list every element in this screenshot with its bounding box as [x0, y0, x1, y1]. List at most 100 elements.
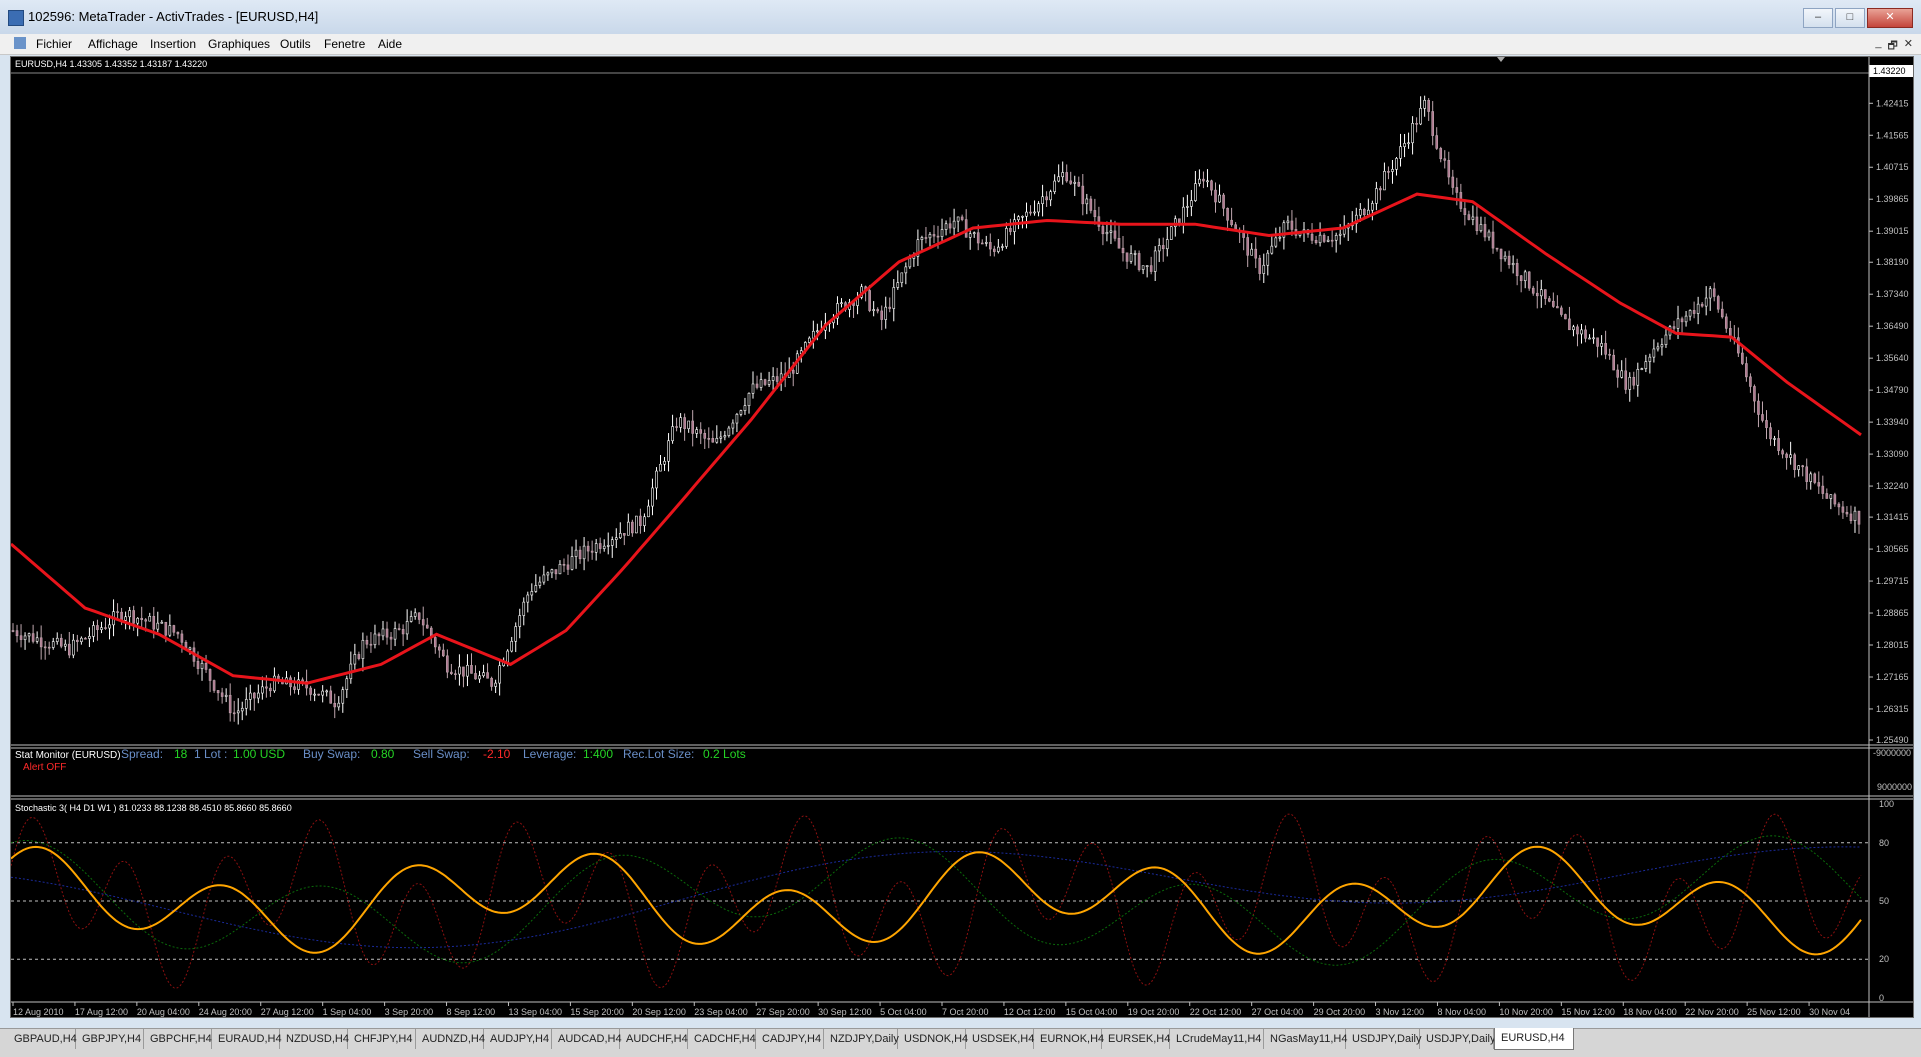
candle-body [1596, 337, 1599, 347]
candle-body [76, 639, 79, 642]
time-label: 5 Oct 04:00 [880, 1007, 927, 1017]
candle-body [490, 677, 493, 687]
candle-body [35, 637, 39, 642]
candle-body [1656, 346, 1660, 350]
maximize-button[interactable]: □ [1835, 8, 1865, 28]
candle-body [1423, 100, 1426, 109]
candle-body [1845, 512, 1849, 515]
chart-tab[interactable]: EURSEK,H4 [1102, 1029, 1170, 1049]
candle-body [1544, 289, 1547, 299]
price-label: 1.31415 [1876, 512, 1909, 522]
candle-body [904, 266, 908, 274]
price-label: 1.26315 [1876, 704, 1909, 714]
candle-body [1680, 318, 1684, 323]
menu-fichier[interactable]: Fichier [36, 37, 72, 51]
chart-tab[interactable]: EURUSD,H4 [1494, 1028, 1574, 1050]
buy-swap-label: Buy Swap: [303, 747, 360, 761]
minimize-button[interactable]: – [1803, 8, 1833, 28]
candle-body [84, 637, 87, 640]
spread-value: 18 [174, 747, 188, 761]
candle-body [220, 692, 224, 697]
chart-window[interactable]: EURUSD,H4 1.43305 1.43352 1.43187 1.4322… [10, 56, 1914, 1018]
chart-tab[interactable]: EURAUD,H4 [212, 1029, 282, 1049]
menu-insertion[interactable]: Insertion [150, 37, 196, 51]
mdi-restore-button[interactable]: 🗗 [1887, 37, 1897, 56]
candle-body [27, 633, 31, 637]
price-label: 1.25490 [1876, 735, 1909, 745]
candle-body [55, 637, 59, 642]
candle-body [1029, 211, 1032, 214]
chart-tab[interactable]: GBPAUD,H4 [8, 1029, 77, 1049]
candle-body [566, 564, 570, 570]
candle-body [659, 463, 662, 472]
chart-tab[interactable]: NZDJPY,Daily [824, 1029, 899, 1049]
candle-body [1741, 352, 1744, 364]
chart-canvas[interactable]: EURUSD,H4 1.43305 1.43352 1.43187 1.4322… [11, 57, 1913, 1017]
candle-body [1817, 482, 1821, 487]
candle-body [1274, 237, 1278, 247]
chart-tab[interactable]: AUDCHF,H4 [620, 1029, 688, 1049]
chart-tab[interactable]: AUDCAD,H4 [552, 1029, 622, 1049]
candle-body [602, 545, 606, 549]
time-label: 3 Sep 20:00 [385, 1007, 434, 1017]
candle-body [1371, 203, 1374, 211]
candle-body [236, 710, 240, 714]
candle-body [168, 625, 172, 636]
candle-body [1025, 211, 1028, 217]
chart-tab[interactable]: NZDUSD,H4 [280, 1029, 349, 1049]
candle-body [791, 369, 795, 374]
chart-tab[interactable]: CADJPY,H4 [756, 1029, 824, 1049]
chart-tab[interactable]: USDNOK,H4 [898, 1029, 968, 1049]
menu-graphiques[interactable]: Graphiques [208, 37, 270, 51]
candle-body [1556, 306, 1559, 309]
candle-body [984, 242, 988, 244]
mdi-close-button[interactable]: ✕ [1904, 37, 1913, 56]
menu-fenetre[interactable]: Fenetre [324, 37, 365, 51]
candle-body [1266, 252, 1270, 266]
price-label: 1.28015 [1876, 640, 1909, 650]
chart-tab[interactable]: CADCHF,H4 [688, 1029, 756, 1049]
chart-tab[interactable]: EURNOK,H4 [1034, 1029, 1104, 1049]
alert-status: Alert OFF [23, 762, 66, 773]
close-button[interactable]: ✕ [1867, 8, 1913, 28]
candle-body [140, 617, 143, 620]
chart-tab[interactable]: GBPJPY,H4 [76, 1029, 144, 1049]
stat-monitor-title: Stat Monitor (EURUSD) [15, 750, 121, 761]
candle-body [1781, 450, 1784, 455]
mdi-minimize-button[interactable]: _ [1875, 37, 1881, 56]
chart-tab[interactable]: GBPCHF,H4 [144, 1029, 212, 1049]
sell-swap-value: -2.10 [483, 747, 511, 761]
chart-tab[interactable]: LCrudeMay11,H4 [1170, 1029, 1264, 1049]
candle-body [944, 223, 948, 230]
stoch-level-label: 20 [1879, 954, 1889, 964]
time-label: 30 Nov 04 [1809, 1007, 1850, 1017]
stoch-w1-line [11, 846, 1862, 949]
menu-affichage[interactable]: Affichage [88, 37, 138, 51]
candle-body [317, 693, 320, 696]
candle-body [1612, 354, 1615, 371]
candle-body [1761, 414, 1764, 421]
chart-tab[interactable]: USDJPY,Daily [1420, 1029, 1496, 1049]
candle-body [558, 564, 562, 575]
candle-body [727, 427, 731, 436]
candle-body [1495, 247, 1499, 250]
candle-body [590, 550, 594, 553]
candle-body [353, 654, 357, 665]
chart-tab[interactable]: CHFJPY,H4 [348, 1029, 416, 1049]
chart-tab[interactable]: AUDJPY,H4 [484, 1029, 552, 1049]
candle-body [719, 436, 723, 439]
candle-body [454, 673, 457, 676]
chart-tab[interactable]: USDJPY,Daily [1346, 1029, 1422, 1049]
candle-body [1001, 246, 1004, 248]
candle-body [1471, 216, 1475, 220]
candle-body [1021, 215, 1024, 218]
candle-body [1499, 248, 1503, 260]
chart-tab[interactable]: AUDNZD,H4 [416, 1029, 485, 1049]
chart-doc-icon[interactable] [14, 37, 26, 49]
menu-outils[interactable]: Outils [280, 37, 311, 51]
price-label: 1.39015 [1876, 226, 1909, 236]
menu-aide[interactable]: Aide [378, 37, 402, 51]
chart-tab[interactable]: USDSEK,H4 [966, 1029, 1034, 1049]
chart-tab[interactable]: NGasMay11,H4 [1264, 1029, 1347, 1049]
candle-body [639, 515, 642, 526]
